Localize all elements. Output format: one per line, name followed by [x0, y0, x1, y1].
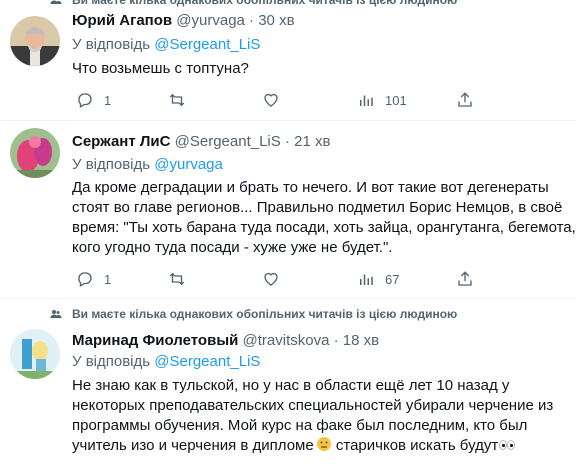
people-icon [50, 310, 62, 318]
tweet-text-line: Да кроме деградации и брать то нечего. И… [72, 179, 549, 196]
user-handle[interactable]: @Sergeant_LiS [175, 133, 281, 150]
reply-count: 1 [104, 92, 112, 108]
tweet-text: Что возьмешь с топтуна? [72, 59, 570, 79]
user-handle[interactable]: @travitskova [243, 332, 330, 349]
thinking-face-emoji-icon [316, 437, 331, 451]
display-name[interactable]: Сержант ЛиС [72, 133, 170, 150]
avatar-image [10, 128, 60, 178]
timestamp[interactable]: 30 хв [258, 12, 294, 29]
views-count: 101 [385, 92, 407, 108]
reply-count: 1 [104, 271, 112, 287]
like-icon [264, 272, 278, 286]
display-name[interactable]: Юрий Агапов [72, 12, 172, 29]
reply-context: У відповідь @Sergeant_LiS [72, 36, 260, 54]
avatar[interactable] [10, 329, 60, 379]
tweet-actions: 1 67 [72, 269, 492, 289]
reply-icon [78, 272, 92, 287]
social-context-text: Ви маєте кілька однакових обопільних чит… [72, 0, 458, 7]
avatar[interactable] [10, 128, 60, 178]
reply-prefix: У відповідь [72, 353, 151, 370]
tweet-text-line: программы обучения. Мой курс на факе был… [72, 417, 528, 434]
separator-dot: · [284, 133, 290, 150]
tweet-text-line: кого угодно туда посади - хуже уже не бу… [72, 239, 393, 256]
share-icon [458, 92, 472, 107]
retweet-icon [169, 272, 185, 286]
reply-icon [78, 93, 92, 108]
tweet-text-fragment: учитель изо и черчения в дипломе [72, 437, 314, 454]
reply-button[interactable]: 1 [76, 269, 111, 289]
eyes-emoji-icon [499, 440, 516, 450]
views-icon [360, 274, 373, 285]
tweet-text: Да кроме деградации и брать то нечего. И… [72, 178, 576, 258]
like-icon [264, 93, 278, 107]
views-count: 67 [385, 271, 400, 287]
like-button[interactable] [262, 269, 290, 289]
tweet-text-fragment: старичков искать будут [331, 437, 499, 454]
social-context: Ви маєте кілька однакових обопільних чит… [50, 307, 458, 321]
separator-dot: · [333, 332, 339, 349]
divider [0, 120, 576, 121]
tweet-text-line: Не знаю как в тульской, но у нас в облас… [72, 377, 510, 394]
reply-button[interactable]: 1 [76, 90, 111, 110]
display-name[interactable]: Маринад Фиолетовый [72, 332, 238, 349]
share-button[interactable] [456, 269, 474, 289]
timestamp[interactable]: 18 хв [343, 332, 379, 349]
views-button[interactable]: 101 [357, 90, 407, 110]
tweet-text: Не знаю как в тульской, но у нас в облас… [72, 376, 570, 456]
tweet-header: Сержант ЛиС @Sergeant_LiS · 21 хв [72, 133, 330, 151]
retweet-button[interactable] [168, 269, 196, 289]
user-handle[interactable]: @yurvaga [176, 12, 245, 29]
share-button[interactable] [456, 90, 474, 110]
share-icon [458, 271, 472, 286]
tweet-text-line: время: "Ты хоть барана туда посади, хоть… [72, 219, 576, 236]
reply-mention[interactable]: @Sergeant_LiS [154, 36, 260, 53]
tweet-text-line: Что возьмешь с топтуна? [72, 60, 249, 77]
retweet-icon [169, 93, 185, 107]
reply-prefix: У відповідь [72, 36, 151, 53]
avatar[interactable] [10, 16, 60, 66]
tweet-header: Юрий Агапов @yurvaga · 30 хв [72, 12, 295, 30]
reply-mention[interactable]: @yurvaga [154, 156, 223, 173]
like-button[interactable] [262, 90, 290, 110]
views-button[interactable]: 67 [357, 269, 399, 289]
people-icon [50, 0, 62, 4]
divider [0, 298, 576, 299]
separator-dot: · [249, 12, 255, 29]
tweet-text-line: учитель изо и черчения в дипломе старичк… [72, 436, 570, 456]
reply-context: У відповідь @yurvaga [72, 156, 223, 174]
reply-mention[interactable]: @Sergeant_LiS [154, 353, 260, 370]
tweet-header: Маринад Фиолетовый @travitskova · 18 хв [72, 332, 379, 350]
views-icon [360, 95, 373, 106]
tweet-text-line: стоят во главе регионов... Правильно под… [72, 199, 563, 216]
avatar-image [10, 16, 60, 66]
reply-prefix: У відповідь [72, 156, 151, 173]
reply-context: У відповідь @Sergeant_LiS [72, 353, 260, 371]
tweet-text-line: некоторых преподавательских специальност… [72, 397, 554, 414]
timestamp[interactable]: 21 хв [294, 133, 330, 150]
social-context: Ви маєте кілька однакових обопільних чит… [50, 0, 458, 7]
social-context-text: Ви маєте кілька однакових обопільних чит… [72, 307, 458, 321]
avatar-image [10, 329, 60, 379]
retweet-button[interactable] [168, 90, 196, 110]
tweet-actions: 1 101 [72, 90, 492, 110]
